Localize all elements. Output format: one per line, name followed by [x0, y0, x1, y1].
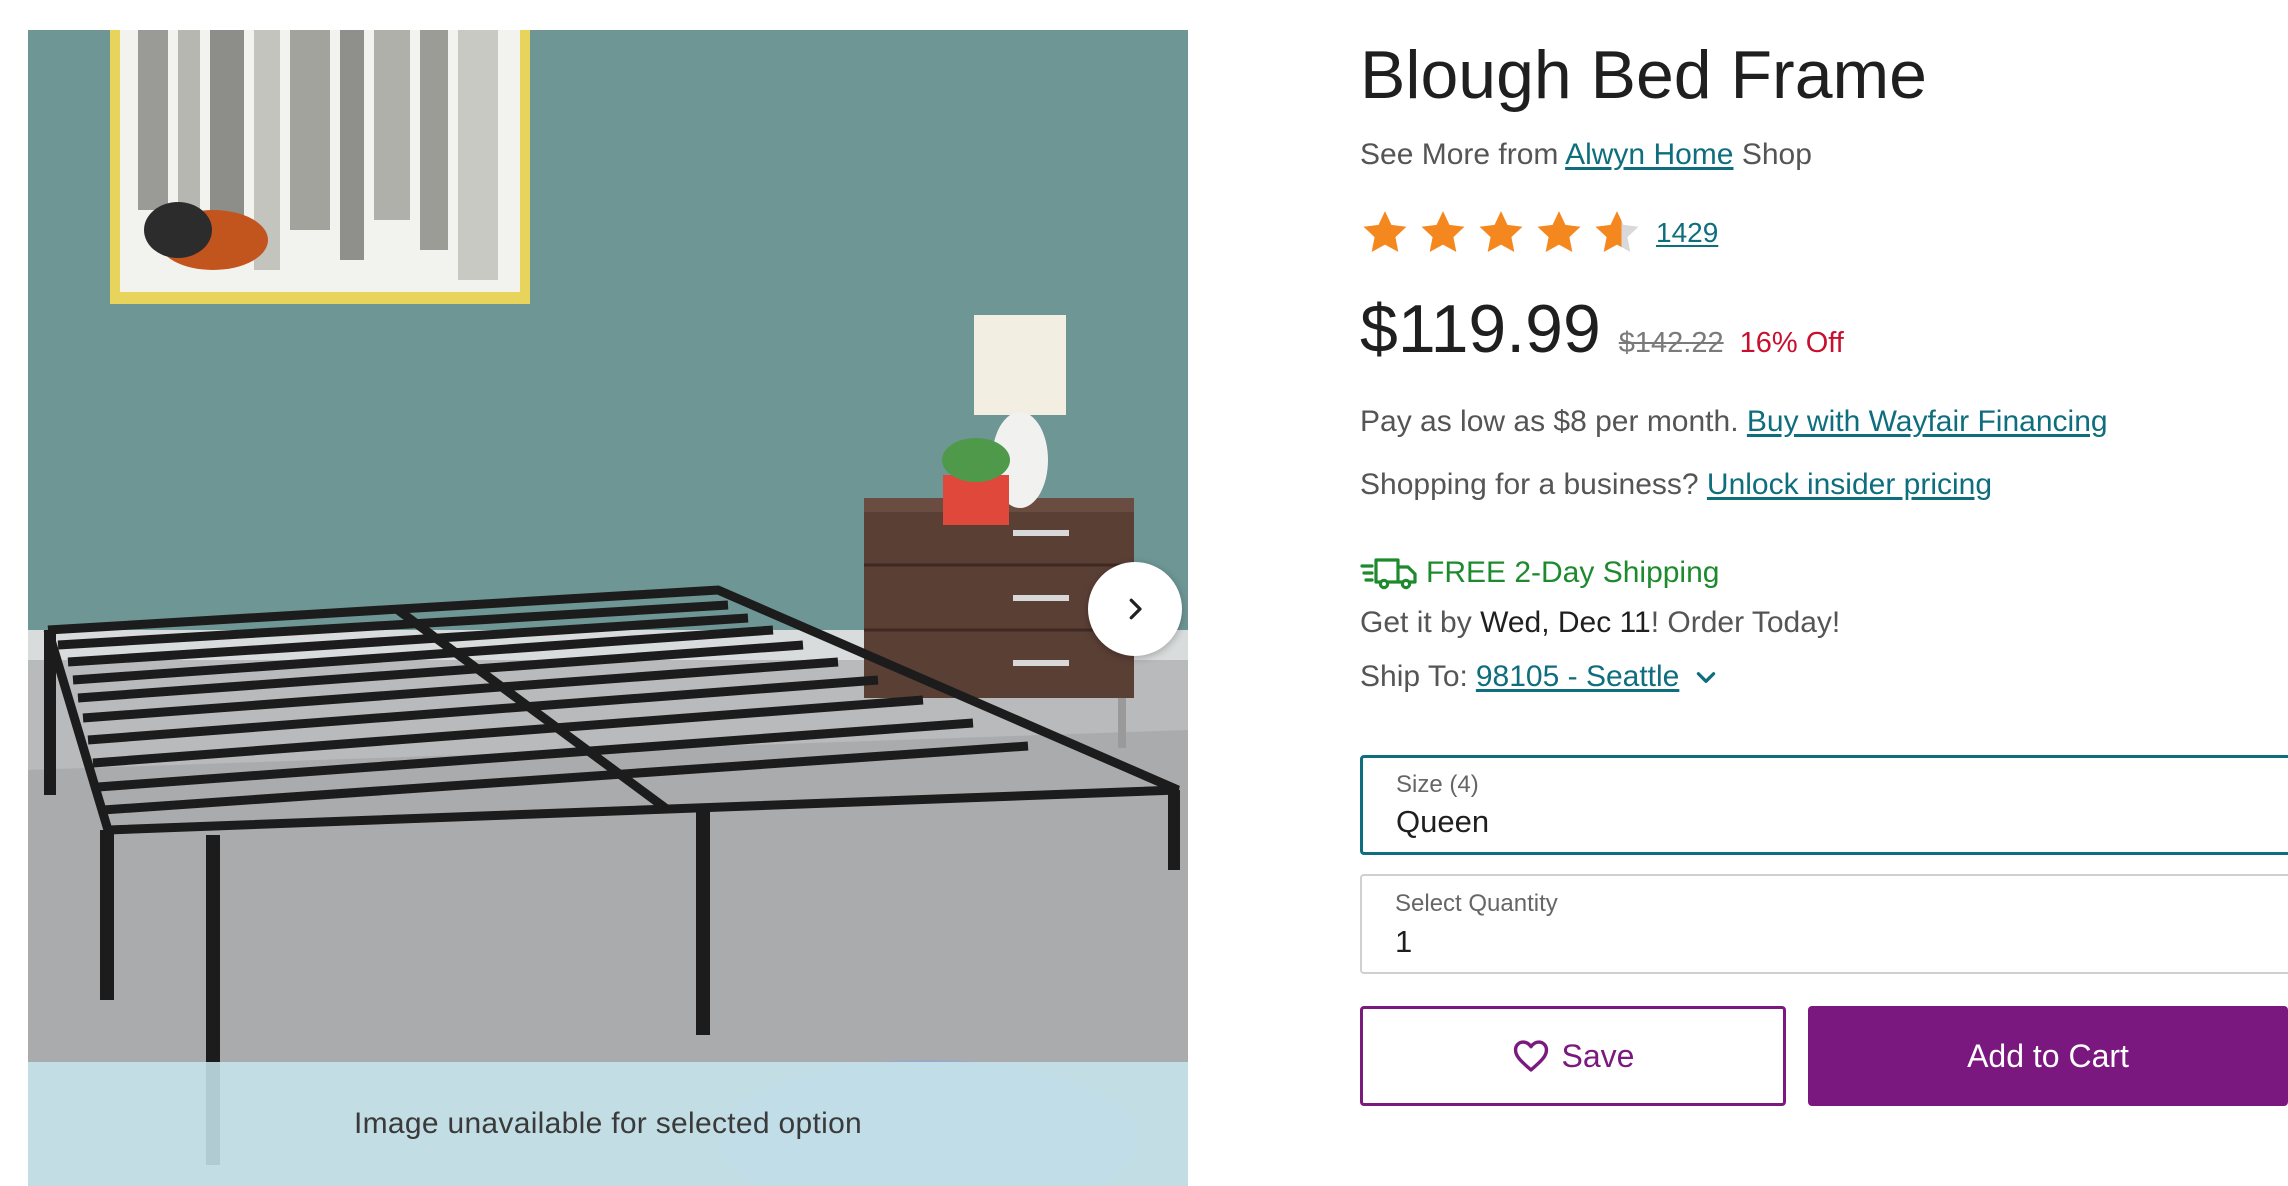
financing-text: Pay as low as $8 per month.	[1360, 405, 1739, 438]
image-unavailable-text: Image unavailable for selected option	[353, 1107, 863, 1140]
star-full-icon	[1479, 211, 1523, 252]
fast-shipping-truck-icon	[1360, 558, 1417, 590]
quantity-select-value: 1	[1395, 924, 1413, 959]
image-unavailable-banner: Image unavailable for selected option	[28, 1062, 1188, 1186]
get-it-by-text: Get it by	[1360, 606, 1472, 639]
discount-badge: 16% Off	[1739, 327, 1844, 359]
star-full-icon	[1421, 211, 1465, 252]
star-full-icon	[1537, 211, 1581, 252]
star-full-icon	[1363, 211, 1407, 252]
product-image	[28, 30, 1188, 1186]
ship-to-location-link[interactable]: 98105 - Seattle	[1476, 660, 1679, 694]
rating-row[interactable]: 1429	[1360, 206, 1718, 260]
quantity-select[interactable]: Select Quantity 1	[1360, 874, 2288, 974]
brand-suffix: Shop	[1741, 138, 1812, 171]
star-rating	[1360, 208, 1642, 258]
chevron-down-icon[interactable]	[1693, 664, 1719, 690]
financing-link[interactable]: Buy with Wayfair Financing	[1747, 405, 2108, 438]
size-select-value: Queen	[1396, 804, 1490, 839]
brand-link[interactable]: Alwyn Home	[1565, 138, 1733, 171]
delivery-date: Wed, Dec 11	[1480, 606, 1651, 639]
star-half-icon	[1595, 211, 1639, 252]
sale-price: $119.99	[1360, 291, 1601, 367]
brand-line: See More from Alwyn Home Shop	[1360, 138, 1812, 172]
original-price: $142.22	[1618, 327, 1724, 359]
business-pricing-line: Shopping for a business? Unlock insider …	[1360, 468, 1992, 502]
product-image-gallery[interactable]: Image unavailable for selected option	[28, 30, 1188, 1186]
shipping-line: FREE 2-Day Shipping	[1360, 556, 1719, 590]
ship-to-line: Ship To: 98105 - Seattle	[1360, 660, 1719, 694]
size-select-label: Size (4)	[1396, 771, 1479, 798]
order-today-text: ! Order Today!	[1650, 606, 1841, 639]
quantity-select-label: Select Quantity	[1395, 890, 1558, 917]
chevron-right-icon	[1129, 598, 1142, 620]
insider-pricing-link[interactable]: Unlock insider pricing	[1707, 468, 1992, 501]
free-shipping-label: FREE 2-Day Shipping	[1426, 556, 1720, 589]
brand-prefix: See More from	[1360, 138, 1559, 171]
size-select[interactable]: Size (4) Queen	[1360, 755, 2288, 855]
price-row: $119.99 $142.22 16% Off	[1360, 290, 1844, 368]
financing-line: Pay as low as $8 per month. Buy with Way…	[1360, 405, 2108, 439]
product-title: Blough Bed Frame	[1360, 37, 1927, 113]
review-count-link[interactable]: 1429	[1656, 217, 1718, 249]
delivery-estimate: Get it by Wed, Dec 11! Order Today!	[1360, 606, 1840, 640]
add-to-cart-button[interactable]: Add to Cart	[1808, 1006, 2288, 1106]
save-button-label: Save	[1561, 1037, 1635, 1074]
next-image-button[interactable]	[1088, 562, 1182, 656]
save-button[interactable]: Save	[1360, 1006, 1786, 1106]
product-details: Blough Bed Frame See More from Alwyn Hom…	[1360, 0, 2288, 1186]
ship-to-label: Ship To:	[1360, 660, 1468, 693]
add-to-cart-label: Add to Cart	[1967, 1037, 2129, 1074]
heart-icon	[1513, 1040, 1548, 1072]
business-text: Shopping for a business?	[1360, 468, 1699, 501]
